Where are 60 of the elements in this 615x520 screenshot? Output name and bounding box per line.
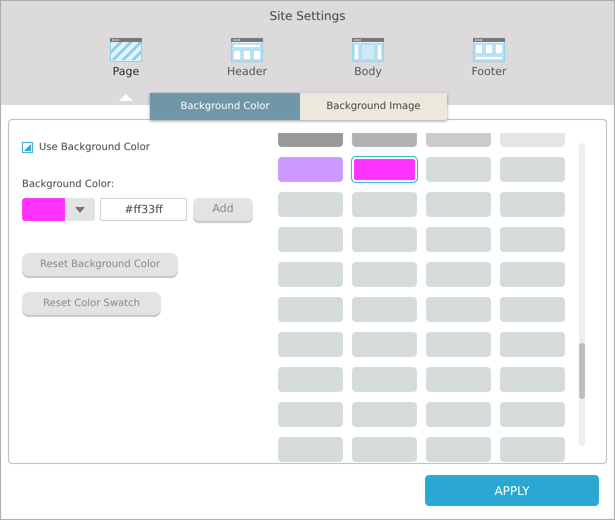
reset-button[interactable]: Reset Color Swatch [22, 292, 161, 315]
color-swatch[interactable] [426, 367, 491, 392]
color-swatch[interactable] [278, 262, 343, 287]
color-swatch[interactable] [278, 227, 343, 252]
color-swatch[interactable] [278, 297, 343, 322]
color-swatch[interactable] [278, 437, 343, 462]
apply-button[interactable]: APPLY [425, 475, 599, 506]
color-swatch[interactable] [426, 157, 491, 182]
color-swatch[interactable] [278, 157, 343, 182]
section-tab[interactable]: Body [352, 35, 384, 79]
layout-icon [352, 38, 384, 62]
section-tab[interactable]: Footer [472, 35, 506, 79]
color-swatch[interactable] [426, 262, 491, 287]
color-swatch[interactable] [426, 437, 491, 462]
color-swatch[interactable] [500, 157, 565, 182]
checkbox[interactable] [22, 142, 33, 153]
color-swatch[interactable] [352, 157, 417, 182]
color-swatch[interactable] [500, 297, 565, 322]
caret-icon [75, 206, 85, 212]
layout-icon [231, 38, 263, 62]
checkbox-label: Use Background Color [39, 141, 150, 155]
layout-icon [110, 38, 142, 62]
color-swatch[interactable] [426, 332, 491, 357]
color-swatch[interactable] [278, 192, 343, 217]
color-swatch[interactable] [426, 227, 491, 252]
check-icon [23, 143, 32, 152]
color-swatch[interactable] [278, 402, 343, 427]
color-swatch[interactable] [352, 262, 417, 287]
color-swatch[interactable] [278, 332, 343, 357]
color-swatch[interactable] [500, 192, 565, 217]
color-swatch[interactable] [426, 297, 491, 322]
color-dropdown[interactable] [22, 198, 95, 221]
color-swatch[interactable] [352, 227, 417, 252]
color-swatch[interactable] [500, 227, 565, 252]
color-swatch[interactable] [278, 367, 343, 392]
section-tab[interactable]: Header [226, 35, 268, 79]
scrollbar[interactable] [579, 143, 585, 446]
color-swatch[interactable] [352, 367, 417, 392]
section-tab[interactable]: Page [110, 35, 142, 79]
color-swatch[interactable] [500, 262, 565, 287]
color-swatch[interactable] [426, 192, 491, 217]
window-title: Site Settings [269, 8, 346, 25]
layout-icon [473, 38, 505, 62]
color-swatch[interactable] [352, 192, 417, 217]
hex-input-field[interactable]: #ff33ff [100, 198, 187, 221]
color-swatch[interactable] [426, 402, 491, 427]
color-swatch[interactable] [352, 402, 417, 427]
color-swatch[interactable] [500, 402, 565, 427]
color-swatch[interactable] [500, 367, 565, 392]
tab[interactable]: Background Image [300, 93, 447, 120]
tab[interactable]: Background Color [150, 93, 300, 120]
color-swatch[interactable] [352, 437, 417, 462]
field-label: Background Color: [22, 178, 116, 192]
color-swatch[interactable] [352, 297, 417, 322]
color-swatch[interactable] [352, 332, 417, 357]
add-button[interactable]: Add [193, 198, 253, 221]
color-swatch[interactable] [500, 332, 565, 357]
scrollbar-thumb[interactable] [579, 343, 585, 399]
reset-button[interactable]: Reset Background Color [22, 253, 178, 276]
color-swatch[interactable] [500, 437, 565, 462]
